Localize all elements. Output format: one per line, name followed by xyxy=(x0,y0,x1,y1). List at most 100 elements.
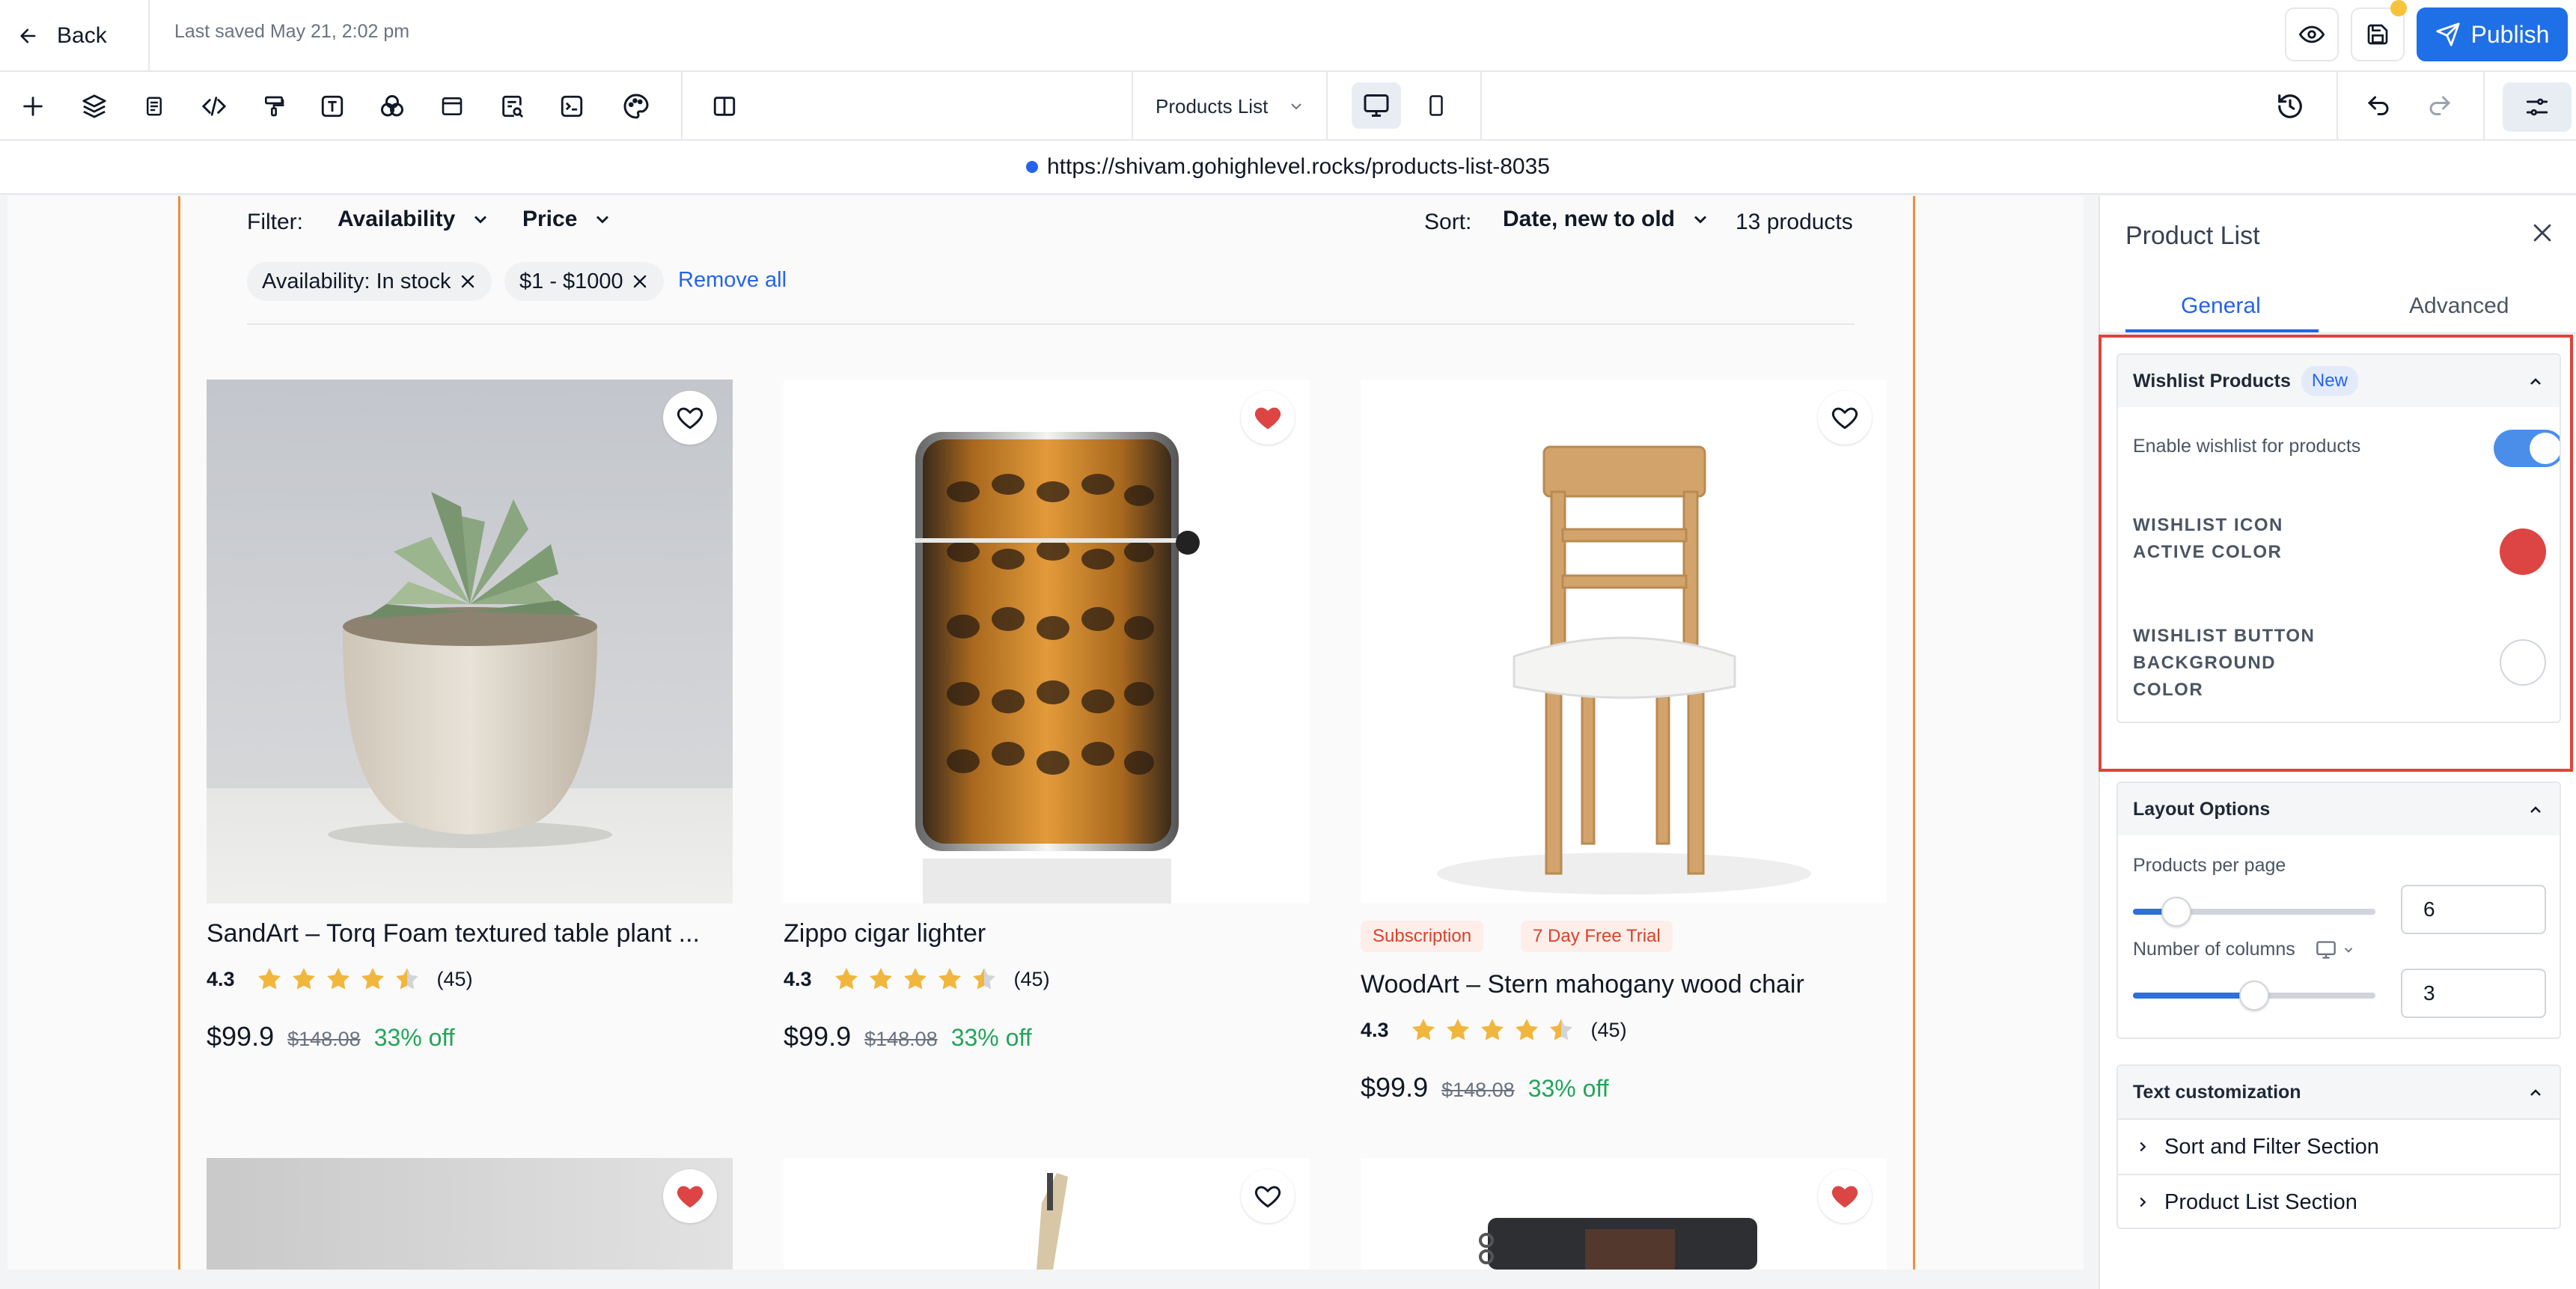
label-text: Number of columns xyxy=(2133,939,2295,960)
wishlist-button[interactable] xyxy=(663,391,717,445)
wishlist-button[interactable] xyxy=(1241,1169,1295,1223)
availability-filter-dropdown[interactable]: Availability xyxy=(338,207,491,232)
slider-handle[interactable] xyxy=(2161,897,2191,927)
product-title[interactable]: Zippo cigar lighter xyxy=(784,919,986,948)
discount: 33% off xyxy=(373,1024,455,1051)
seo-button[interactable] xyxy=(494,88,530,124)
slider-handle[interactable] xyxy=(2239,981,2269,1011)
sections-button[interactable] xyxy=(434,88,470,124)
add-element-button[interactable] xyxy=(15,88,51,124)
settings-panel-toggle[interactable] xyxy=(2503,82,2572,132)
close-panel-button[interactable] xyxy=(2530,220,2555,246)
custom-code-button[interactable] xyxy=(196,88,232,124)
products-per-page-input[interactable]: 6 xyxy=(2401,885,2546,934)
star-icon xyxy=(1480,1019,1504,1040)
smartphone-icon xyxy=(1429,95,1443,116)
heart-icon xyxy=(1831,1186,1858,1208)
editor-toolbar: Products List xyxy=(0,72,2576,141)
publish-button[interactable]: Publish xyxy=(2417,7,2568,61)
chevron-down-icon xyxy=(1694,216,1707,224)
canvas-bottom-edge xyxy=(7,1270,2084,1289)
tracking-code-button[interactable] xyxy=(554,88,590,124)
sort-dropdown[interactable]: Date, new to old xyxy=(1503,207,1711,232)
product-list-section-item[interactable]: Product List Section xyxy=(2118,1174,2560,1228)
star-icon xyxy=(361,968,384,990)
chevron-down-icon xyxy=(474,216,487,224)
wishlist-button[interactable] xyxy=(1818,1169,1872,1223)
wishlist-button[interactable] xyxy=(1818,391,1872,445)
tab-general[interactable]: General xyxy=(2181,293,2261,319)
send-icon xyxy=(2435,22,2460,46)
columns-input[interactable]: 3 xyxy=(2401,969,2546,1018)
review-count: (45) xyxy=(1590,1018,1627,1041)
product-image[interactable] xyxy=(207,1158,733,1270)
layers-button[interactable] xyxy=(76,88,112,124)
page-selector[interactable]: Products List xyxy=(1132,72,1328,141)
pages-button[interactable] xyxy=(136,88,172,124)
products-per-page-slider[interactable] xyxy=(2133,897,2375,927)
divider xyxy=(2337,72,2338,141)
product-rating: 4.3 (45) xyxy=(1361,1017,1627,1043)
original-price: $148.08 xyxy=(287,1028,361,1050)
sort-filter-section-item[interactable]: Sort and Filter Section xyxy=(2118,1118,2560,1174)
split-view-button[interactable] xyxy=(706,88,742,124)
colors-button[interactable] xyxy=(374,88,410,124)
tab-advanced[interactable]: Advanced xyxy=(2409,293,2509,319)
url-status-dot xyxy=(1026,161,1038,173)
browser-window-icon xyxy=(442,97,463,115)
product-title[interactable]: WoodArt – Stern mahogany wood chair xyxy=(1361,970,1804,999)
chevron-right-icon xyxy=(2140,1142,2146,1152)
remove-all-filters-link[interactable]: Remove all xyxy=(678,268,787,293)
product-image[interactable] xyxy=(784,1158,1310,1270)
wishlist-button[interactable] xyxy=(663,1169,717,1223)
close-icon[interactable] xyxy=(631,272,649,290)
back-button[interactable]: Back xyxy=(18,15,107,57)
color-circles-icon xyxy=(381,95,403,117)
tabs-border xyxy=(2100,332,2576,334)
publish-label: Publish xyxy=(2470,20,2550,48)
history-button[interactable] xyxy=(2272,88,2308,124)
star-icon xyxy=(869,968,892,990)
price: $99.9 xyxy=(207,1021,275,1052)
styles-button[interactable] xyxy=(256,88,292,124)
wishlist-button[interactable] xyxy=(1241,391,1295,445)
divider xyxy=(681,72,683,141)
product-tag: Subscription xyxy=(1361,921,1484,952)
plus-icon xyxy=(23,97,43,116)
columns-slider[interactable] xyxy=(2133,981,2375,1011)
chevron-up-icon xyxy=(2530,1089,2541,1096)
chevron-down-icon xyxy=(1291,103,1302,110)
product-title[interactable]: SandArt – Torq Foam textured table plant… xyxy=(207,919,700,948)
star-icon xyxy=(1411,1019,1435,1040)
heart-icon xyxy=(1254,407,1281,430)
palette-icon xyxy=(623,94,649,119)
page-url[interactable]: https://shivam.gohighlevel.rocks/product… xyxy=(1047,154,1550,180)
product-image[interactable] xyxy=(784,380,1310,903)
mobile-view-button[interactable] xyxy=(1411,82,1461,129)
product-image[interactable] xyxy=(1361,380,1887,903)
discount: 33% off xyxy=(950,1024,1032,1051)
price-filter-dropdown[interactable]: Price xyxy=(522,207,613,232)
layout-options-header[interactable]: Layout Options xyxy=(2118,783,2560,835)
star-icon xyxy=(1515,1019,1538,1040)
redo-button[interactable] xyxy=(2422,88,2458,124)
product-image[interactable] xyxy=(1361,1158,1887,1270)
device-selector[interactable] xyxy=(2315,939,2355,960)
text-customization-section: Text customization Sort and Filter Secti… xyxy=(2116,1064,2561,1229)
original-price: $148.08 xyxy=(1441,1079,1515,1101)
product-price: $99.9 $148.08 33% off xyxy=(207,1021,455,1052)
product-image[interactable] xyxy=(207,380,733,903)
undo-button[interactable] xyxy=(2360,88,2396,124)
typography-button[interactable] xyxy=(314,88,350,124)
chevron-down-icon xyxy=(596,216,609,224)
close-icon[interactable] xyxy=(459,272,477,290)
theme-button[interactable] xyxy=(618,88,654,124)
page-canvas: Filter: Availability Price Sort: Date, n… xyxy=(7,196,2084,1289)
filter-label: Filter: xyxy=(247,210,303,234)
text-customization-header[interactable]: Text customization xyxy=(2118,1066,2560,1118)
preview-button[interactable] xyxy=(2285,7,2339,61)
desktop-view-button[interactable] xyxy=(1352,82,1401,129)
star-rating xyxy=(1410,1017,1575,1043)
chevron-down-icon xyxy=(2344,947,2352,953)
products-per-page-label: Products per page xyxy=(2133,855,2286,876)
